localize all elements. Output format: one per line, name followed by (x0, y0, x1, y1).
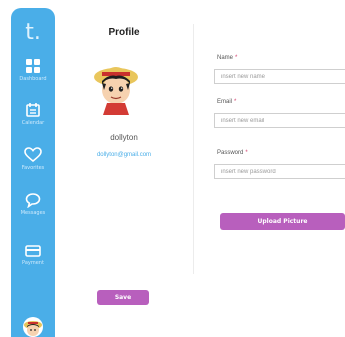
sidebar-item-label: Payment (22, 260, 44, 266)
grid-icon (26, 59, 40, 73)
sidebar-item-favorites[interactable]: Favorites (11, 147, 55, 171)
divider (193, 24, 194, 274)
sidebar-item-payment[interactable]: Payment (11, 244, 55, 266)
profile-avatar[interactable] (93, 57, 139, 115)
calendar-icon (26, 103, 40, 117)
sidebar: t. Dashboard Calendar Favorites Messages (11, 8, 55, 337)
sidebar-item-label: Messages (20, 210, 46, 216)
chat-icon (25, 193, 41, 208)
name-input[interactable] (214, 69, 345, 84)
profile-name: dollyton (110, 133, 138, 142)
email-label: Email * (217, 99, 237, 105)
heart-icon (24, 147, 42, 163)
profile-title: Profile (108, 27, 140, 38)
save-button[interactable]: Save (97, 290, 149, 305)
sidebar-item-label: Favorites (21, 165, 45, 171)
sidebar-item-messages[interactable]: Messages (11, 192, 55, 216)
sidebar-item-calendar[interactable]: Calendar (11, 102, 55, 126)
profile-email[interactable]: dollyton@gmail.com (66, 152, 182, 158)
upload-picture-button[interactable]: Upload Picture (220, 213, 345, 230)
sidebar-item-dashboard[interactable]: Dashboard (11, 58, 55, 82)
sidebar-item-label: Calendar (21, 120, 45, 126)
card-icon (25, 245, 41, 257)
user-avatar[interactable] (23, 317, 43, 337)
password-label: Password * (217, 150, 248, 156)
sidebar-item-label: Dashboard (19, 76, 47, 82)
email-input[interactable] (214, 113, 345, 128)
password-input[interactable] (214, 164, 345, 179)
name-label: Name * (217, 55, 238, 61)
app-logo: t. (25, 20, 41, 45)
